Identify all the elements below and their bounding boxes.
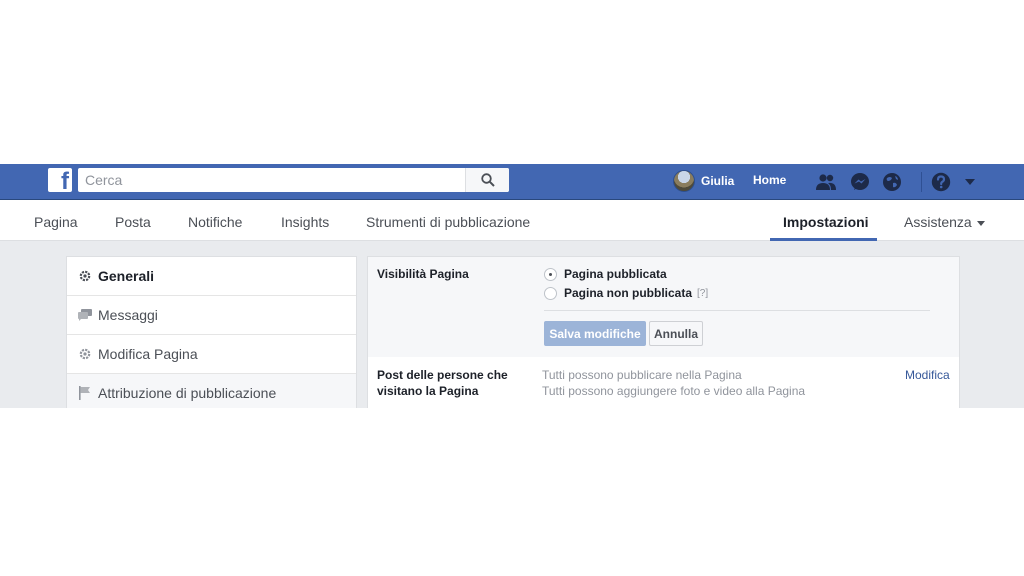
topbar-divider bbox=[921, 172, 922, 192]
facebook-logo[interactable]: f bbox=[48, 168, 72, 195]
sidebar-item-label: Messaggi bbox=[98, 307, 158, 323]
sidebar-item-attribuzione-pubblicazione[interactable]: Attribuzione di pubblicazione bbox=[67, 374, 356, 408]
user-profile-link[interactable]: Giulia bbox=[673, 169, 734, 193]
friends-icon[interactable] bbox=[815, 171, 837, 193]
sidebar-item-label: Generali bbox=[98, 268, 155, 284]
sidebar-item-label: Attribuzione di pubblicazione bbox=[98, 385, 277, 401]
top-bar: f Giulia Home bbox=[0, 164, 1024, 200]
home-link[interactable]: Home bbox=[753, 173, 786, 187]
tab-impostazioni[interactable]: Impostazioni bbox=[783, 214, 869, 230]
gear-icon bbox=[78, 269, 92, 283]
search-box bbox=[78, 168, 509, 192]
edit-visitor-posts-link[interactable]: Modifica bbox=[905, 368, 950, 382]
tab-insights[interactable]: Insights bbox=[281, 214, 329, 230]
radio-label: Pagina non pubblicata bbox=[564, 286, 693, 300]
help-link[interactable]: [?] bbox=[697, 288, 708, 299]
radio-label: Pagina pubblicata bbox=[564, 267, 667, 281]
tab-pagina[interactable]: Pagina bbox=[34, 214, 78, 230]
sidebar-item-generali[interactable]: Generali bbox=[67, 257, 356, 296]
sidebar-item-modifica-pagina[interactable]: Modifica Pagina bbox=[67, 335, 356, 374]
settings-content: Generali Messaggi Modifica Pagina Attrib… bbox=[0, 241, 1024, 408]
chevron-down-icon bbox=[976, 220, 985, 226]
globe-notifications-icon[interactable] bbox=[881, 171, 903, 193]
caret-down-icon[interactable] bbox=[959, 171, 981, 193]
save-button[interactable]: Salva modifiche bbox=[544, 321, 646, 346]
settings-sidebar: Generali Messaggi Modifica Pagina Attrib… bbox=[66, 256, 357, 408]
section-divider bbox=[544, 310, 930, 311]
tab-posta[interactable]: Posta bbox=[115, 214, 151, 230]
tab-notifiche[interactable]: Notifiche bbox=[188, 214, 242, 230]
radio-pagina-pubblicata[interactable]: Pagina pubblicata bbox=[544, 267, 667, 281]
tab-strumenti-pubblicazione[interactable]: Strumenti di pubblicazione bbox=[366, 214, 530, 230]
search-input[interactable] bbox=[78, 168, 465, 192]
chat-icon bbox=[78, 308, 92, 322]
user-name: Giulia bbox=[701, 174, 735, 188]
visitor-posts-title-line: visitano la Pagina bbox=[377, 384, 479, 398]
visibility-title: Visibilità Pagina bbox=[377, 267, 469, 281]
help-menu[interactable]: Assistenza bbox=[904, 214, 985, 230]
messenger-icon[interactable] bbox=[849, 171, 871, 193]
page-nav: Pagina Posta Notifiche Insights Strument… bbox=[0, 200, 1024, 241]
radio-button[interactable] bbox=[544, 286, 557, 300]
sidebar-item-label: Modifica Pagina bbox=[98, 346, 198, 362]
settings-panel: Visibilità Pagina Pagina pubblicata Pagi… bbox=[367, 256, 960, 408]
sidebar-item-messaggi[interactable]: Messaggi bbox=[67, 296, 356, 335]
facebook-logo-letter: f bbox=[61, 168, 69, 195]
avatar bbox=[673, 170, 695, 192]
visitor-posts-line2: Tutti possono aggiungere foto e video al… bbox=[542, 384, 806, 398]
visitor-posts-title: Post delle persone che visitano la Pagin… bbox=[377, 367, 508, 399]
visibility-section: Visibilità Pagina Pagina pubblicata Pagi… bbox=[368, 257, 959, 357]
search-button[interactable] bbox=[465, 168, 509, 192]
help-icon[interactable] bbox=[930, 171, 952, 193]
help-menu-label: Assistenza bbox=[904, 214, 972, 230]
visitor-posts-line1: Tutti possono pubblicare nella Pagina bbox=[542, 368, 742, 382]
cancel-button[interactable]: Annulla bbox=[649, 321, 703, 346]
search-icon bbox=[480, 173, 495, 187]
radio-button-checked[interactable] bbox=[544, 267, 557, 281]
flag-icon bbox=[78, 386, 92, 400]
gear-icon bbox=[78, 347, 92, 361]
radio-pagina-non-pubblicata[interactable]: Pagina non pubblicata [?] bbox=[544, 286, 708, 300]
visitor-posts-title-line: Post delle persone che bbox=[377, 368, 508, 382]
